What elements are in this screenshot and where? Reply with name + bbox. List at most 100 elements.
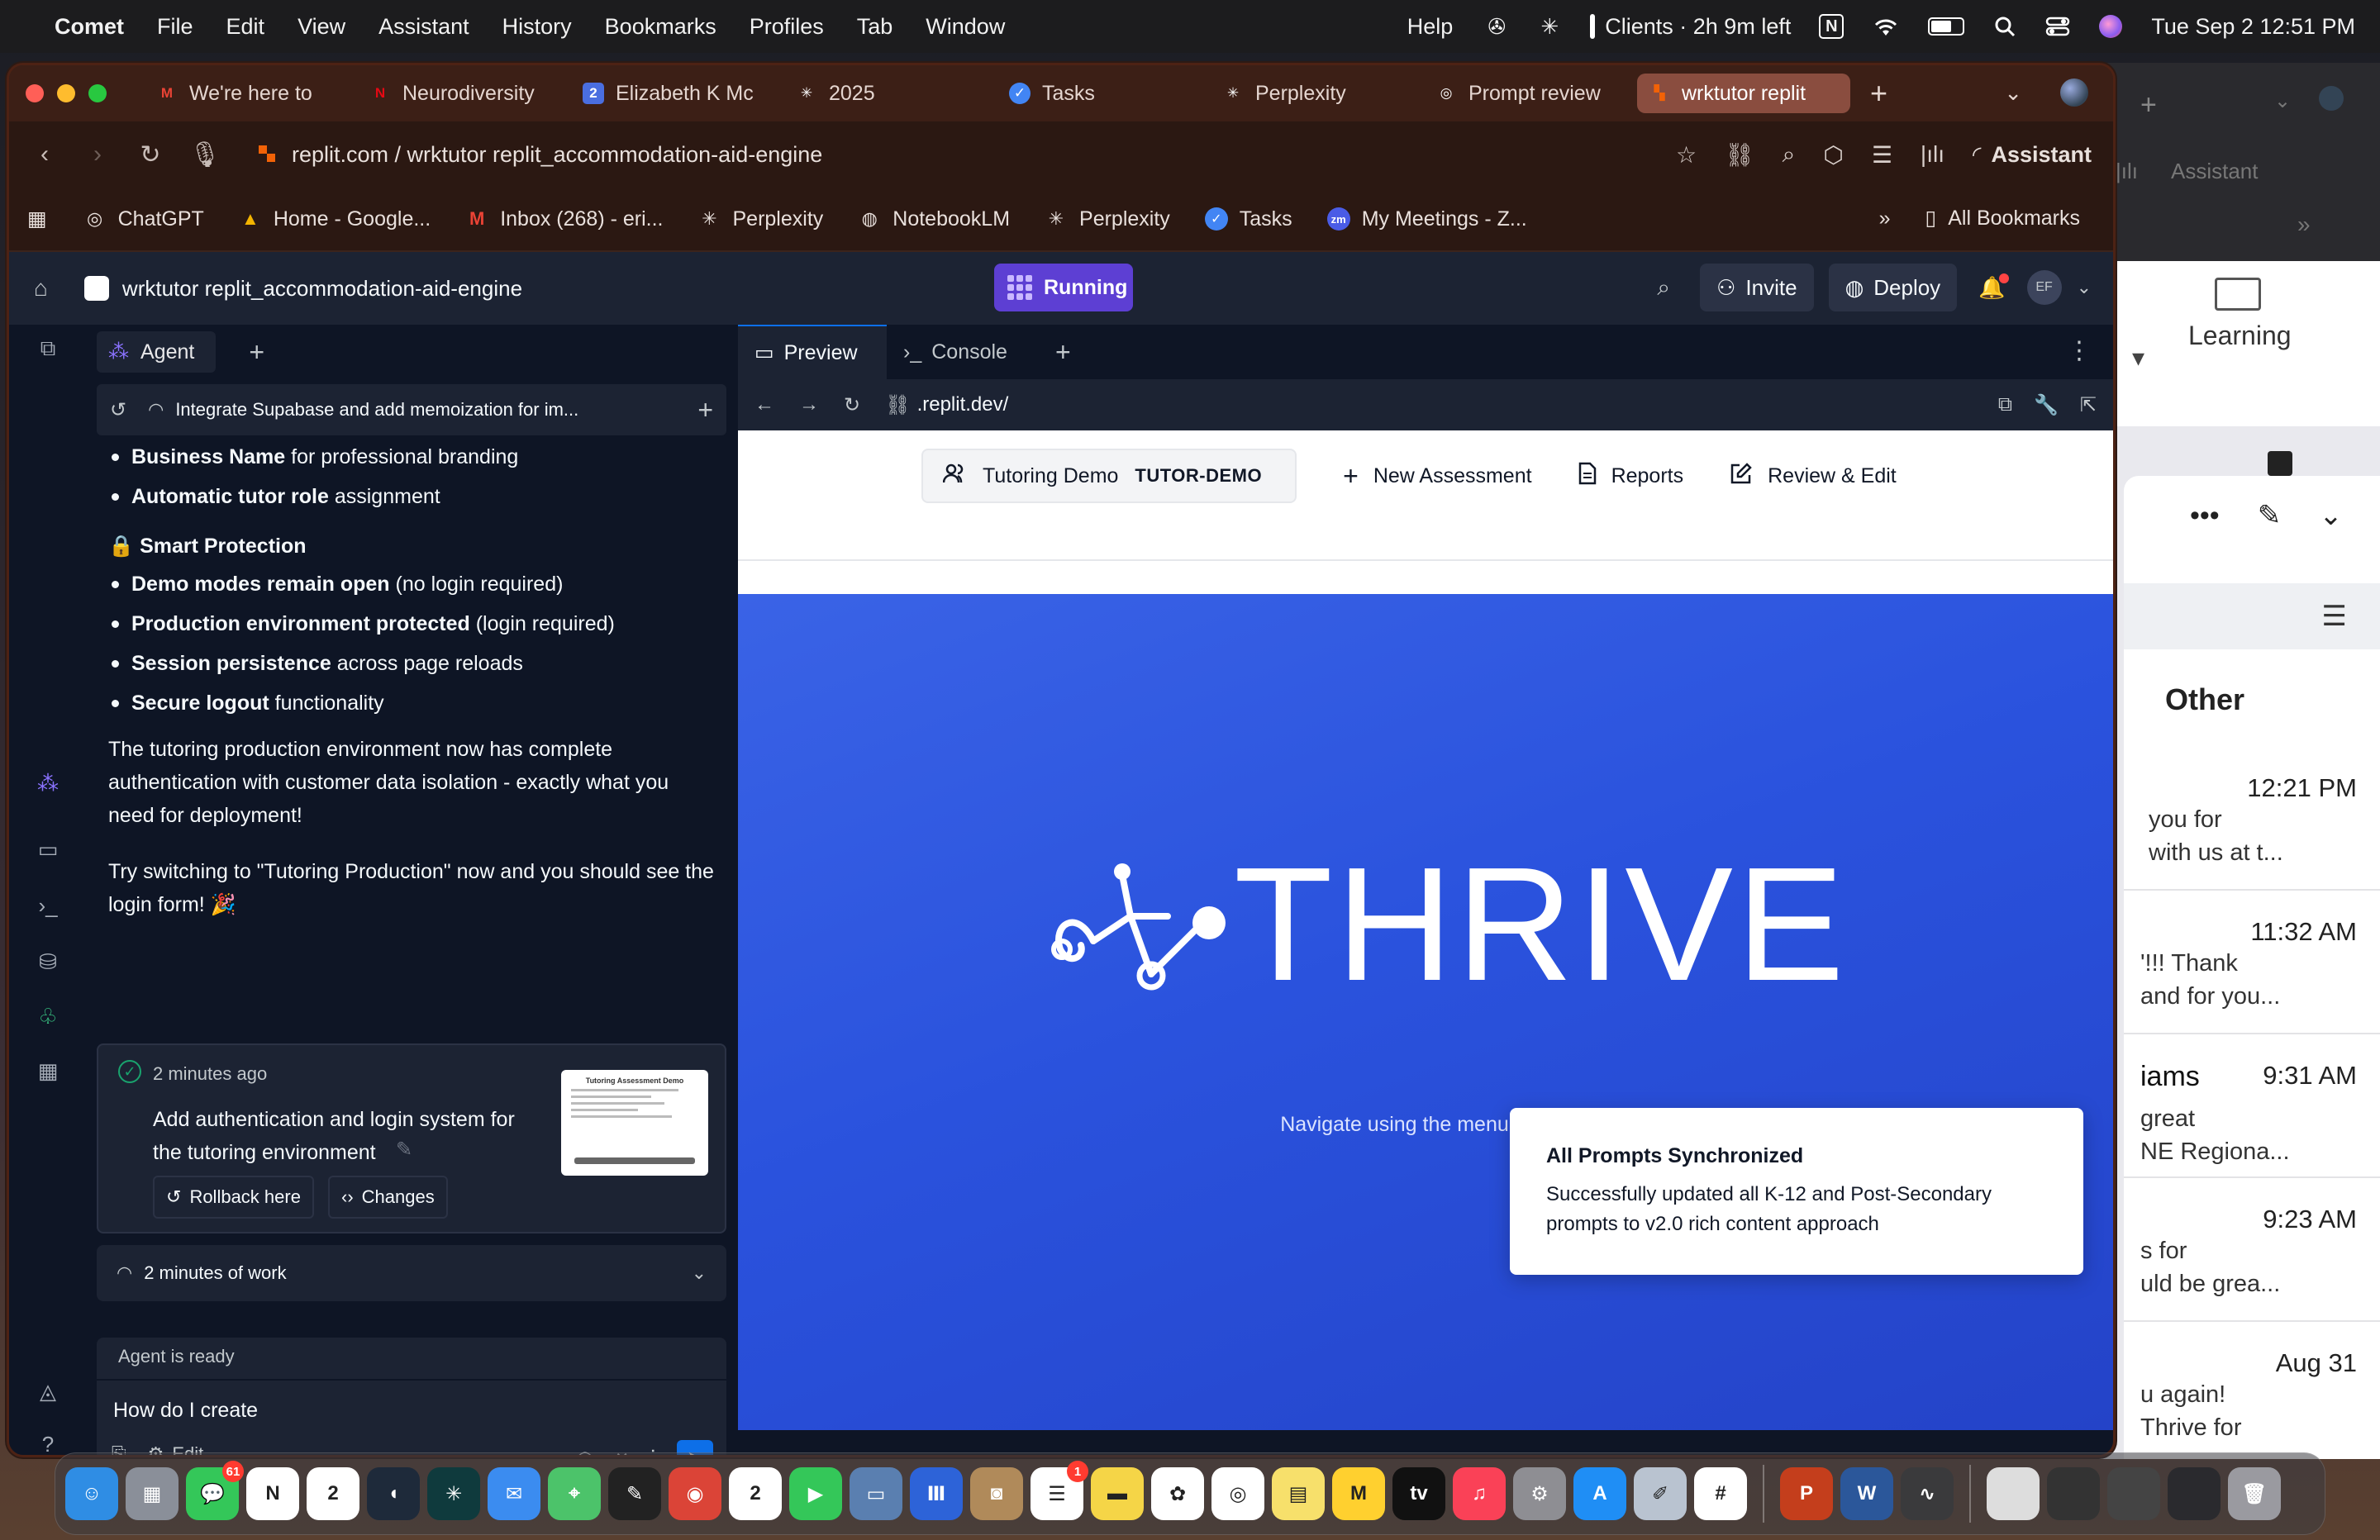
email-row[interactable]: Aug 31 u again! Thrive for bbox=[2124, 1324, 2380, 1459]
work-summary-toggle[interactable]: ◠ 2 minutes of work ⌄ bbox=[97, 1245, 726, 1301]
browser-tab[interactable]: ✳ Perplexity bbox=[1211, 74, 1424, 113]
tab-list-chevron-icon[interactable]: ⌄ bbox=[2004, 80, 2022, 106]
dock-chrome-icon[interactable]: ◉ bbox=[669, 1467, 721, 1520]
dock-script-icon[interactable]: ✎ bbox=[608, 1467, 661, 1520]
menu-help[interactable]: Help bbox=[1407, 14, 1454, 40]
dock-trash-icon[interactable]: 🗑 bbox=[2228, 1467, 2281, 1520]
bookmark-item[interactable]: M Inbox (268) - eri... bbox=[465, 207, 663, 231]
browser-tab[interactable]: ✳ 2025 bbox=[784, 74, 997, 113]
changes-button[interactable]: ‹› Changes bbox=[328, 1176, 448, 1219]
agent-prompt-input[interactable]: How do I create bbox=[113, 1399, 258, 1423]
dock-chatgpt-icon[interactable]: ◎ bbox=[1211, 1467, 1264, 1520]
dock-window-4-icon[interactable] bbox=[2168, 1467, 2221, 1520]
dock-notes-icon[interactable]: ▬ bbox=[1091, 1467, 1144, 1520]
bookmark-item[interactable]: zm My Meetings - Z... bbox=[1326, 207, 1527, 231]
close-window-button[interactable] bbox=[26, 84, 44, 102]
deployments-icon[interactable]: ♧ bbox=[36, 1004, 60, 1029]
toast-notification[interactable]: All Prompts Synchronized Successfully up… bbox=[1510, 1108, 2083, 1275]
browser-tab[interactable]: 2 Elizabeth K Mc bbox=[571, 74, 784, 113]
menu-history[interactable]: History bbox=[502, 14, 572, 40]
copy-link-icon[interactable]: ⛓ bbox=[1725, 141, 1754, 169]
preview-url-field[interactable]: ⛓ .replit.dev/ bbox=[885, 393, 1008, 417]
extensions-icon[interactable]: ⬡ bbox=[1823, 141, 1843, 169]
menubar-clock[interactable]: Tue Sep 2 12:51 PM bbox=[2151, 14, 2355, 40]
rollback-button[interactable]: ↺ Rollback here bbox=[153, 1176, 314, 1219]
email-row[interactable]: 11:32 AM '!!! Thank and for you... bbox=[2124, 892, 2380, 1034]
more-bookmarks-icon[interactable]: » bbox=[1879, 207, 1891, 231]
tab-console[interactable]: ›_ Console bbox=[887, 325, 1035, 379]
add-pane-tab-icon[interactable]: + bbox=[1055, 337, 1071, 368]
menu-bookmarks[interactable]: Bookmarks bbox=[605, 14, 716, 40]
dock-stickies-icon[interactable]: ▤ bbox=[1272, 1467, 1325, 1520]
bookmark-item[interactable]: ◍ NotebookLM bbox=[858, 207, 1010, 231]
new-assessment-link[interactable]: + New Assessment bbox=[1343, 461, 1531, 492]
avatar-chevron-icon[interactable]: ⌄ bbox=[2077, 277, 2092, 298]
review-edit-link[interactable]: Review & Edit bbox=[1730, 462, 1897, 491]
control-center-icon[interactable] bbox=[2045, 14, 2070, 39]
bookmark-item[interactable]: ✳ Perplexity bbox=[1045, 207, 1170, 231]
dock-pencil-icon[interactable]: ✐ bbox=[1634, 1467, 1687, 1520]
agent-icon[interactable]: ⁂ bbox=[36, 771, 60, 796]
battery-icon[interactable] bbox=[1928, 17, 1965, 36]
tools-status-icon[interactable]: ✇ bbox=[1484, 14, 1509, 39]
user-avatar[interactable]: EF bbox=[2026, 270, 2062, 305]
filter-sliders-icon[interactable]: ☰ bbox=[2322, 600, 2347, 633]
menu-app-name[interactable]: Comet bbox=[55, 14, 124, 40]
project-title[interactable]: wrktutor replit_accommodation-aid-engine bbox=[122, 276, 522, 302]
apps-grid-icon[interactable]: ▦ bbox=[27, 207, 47, 231]
more-options-icon[interactable]: ••• bbox=[2190, 500, 2220, 532]
menu-file[interactable]: File bbox=[157, 14, 193, 40]
dock-photos-icon[interactable]: ✿ bbox=[1151, 1467, 1204, 1520]
dock-word-icon[interactable]: W bbox=[1840, 1467, 1893, 1520]
dock-audio-icon[interactable]: ∿ bbox=[1901, 1467, 1954, 1520]
page-search-icon[interactable]: ⌕ bbox=[1783, 141, 1796, 169]
open-new-window-icon[interactable]: ⇱ bbox=[2080, 393, 2097, 417]
dock-powerpoint-icon[interactable]: P bbox=[1780, 1467, 1833, 1520]
dock-otter-icon[interactable]: Ⅲ bbox=[910, 1467, 963, 1520]
dock-mail-icon[interactable]: ✉ bbox=[488, 1467, 540, 1520]
dock-maps-icon[interactable]: ⌖ bbox=[548, 1467, 601, 1520]
dock-slack-icon[interactable]: # bbox=[1694, 1467, 1747, 1520]
assistant-button[interactable]: ◜ Assistant bbox=[1973, 142, 2092, 168]
new-tab-button[interactable]: + bbox=[1870, 76, 1887, 111]
browser-tab-active[interactable]: ▚ wrktutor replit bbox=[1637, 74, 1850, 113]
preview-icon[interactable]: ▭ bbox=[36, 837, 60, 862]
dock-messages-icon[interactable]: 💬 61 bbox=[186, 1461, 244, 1520]
dock-preview-icon[interactable]: ▭ bbox=[850, 1467, 902, 1520]
preview-forward-icon[interactable]: → bbox=[799, 393, 819, 416]
url-field[interactable]: replit.com / wrktutor replit_accommodati… bbox=[292, 142, 822, 168]
history-icon[interactable]: ↺ bbox=[110, 398, 126, 422]
minimize-window-button[interactable] bbox=[57, 84, 75, 102]
siri-icon[interactable] bbox=[2098, 14, 2123, 39]
invite-button[interactable]: ⚇ Invite bbox=[1700, 264, 1814, 311]
dock-perplexity-icon[interactable]: ✳ bbox=[427, 1467, 480, 1520]
menu-profiles[interactable]: Profiles bbox=[750, 14, 824, 40]
deploy-button[interactable]: ◍ Deploy bbox=[1828, 264, 1958, 311]
browser-tab[interactable]: M We're here to bbox=[145, 74, 358, 113]
dock-facetime-icon[interactable]: ▶ bbox=[789, 1467, 842, 1520]
menu-view[interactable]: View bbox=[298, 14, 345, 40]
database-icon[interactable]: ⛁ bbox=[36, 949, 60, 974]
forward-icon[interactable]: › bbox=[83, 140, 112, 169]
zoom-window-button[interactable] bbox=[88, 84, 107, 102]
bookmark-item[interactable]: ✳ Perplexity bbox=[698, 207, 823, 231]
wifi-icon[interactable] bbox=[1872, 14, 1900, 39]
dock-window-1-icon[interactable] bbox=[1987, 1467, 2040, 1520]
dock-miro-icon[interactable]: M bbox=[1332, 1467, 1385, 1520]
compose-icon[interactable]: ✎ bbox=[2258, 499, 2282, 532]
preview-back-icon[interactable]: ← bbox=[754, 393, 774, 416]
audio-wave-icon[interactable]: |ılı bbox=[1921, 141, 1944, 168]
dock-window-3-icon[interactable] bbox=[2107, 1467, 2160, 1520]
menu-edit[interactable]: Edit bbox=[226, 14, 265, 40]
ai-icon[interactable]: ◬ bbox=[36, 1379, 60, 1404]
all-tools-icon[interactable]: ▦ bbox=[36, 1058, 60, 1083]
dock-app-store-icon[interactable]: A bbox=[1573, 1467, 1626, 1520]
devices-icon[interactable]: ⧉ bbox=[1998, 393, 2012, 417]
devtools-wrench-icon[interactable]: 🔧 bbox=[2034, 393, 2059, 417]
learning-tab[interactable]: ▾ Learning bbox=[2082, 261, 2380, 426]
dock-contacts-icon[interactable]: ◙ bbox=[970, 1467, 1023, 1520]
pane-menu-kebab-icon[interactable]: ⋮ bbox=[2067, 336, 2092, 365]
bookmark-item[interactable]: ▲ Home - Google... bbox=[239, 207, 431, 231]
notion-status-icon[interactable]: N bbox=[1819, 14, 1844, 39]
search-icon[interactable]: ⌕ bbox=[1657, 274, 1670, 302]
